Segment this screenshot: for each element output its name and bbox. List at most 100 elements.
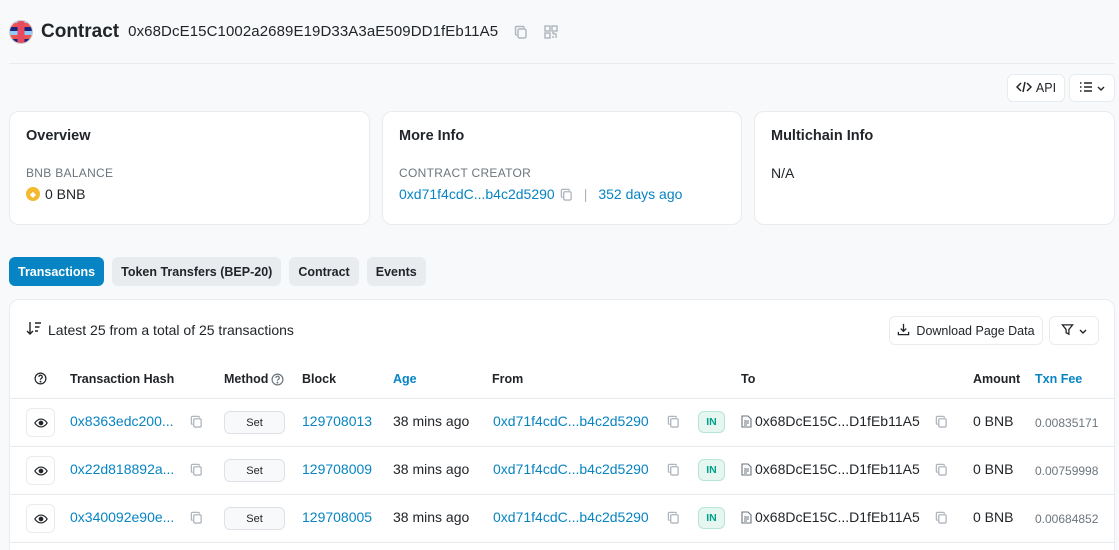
copy-icon[interactable] — [560, 188, 573, 201]
contract-file-icon — [741, 463, 752, 476]
tab-token-transfers[interactable]: Token Transfers (BEP-20) — [112, 257, 282, 286]
more-info-title: More Info — [399, 128, 465, 144]
direction-badge: IN — [698, 459, 725, 481]
more-info-card: More Info CONTRACT CREATOR 0xd71f4cdC...… — [382, 111, 742, 225]
to-address-text: 0x68DcE15C...D1fEb11A5 — [755, 413, 920, 429]
list-icon — [1079, 80, 1093, 96]
tab-transactions[interactable]: Transactions — [9, 257, 105, 286]
filter-button[interactable] — [1049, 316, 1099, 345]
copy-icon[interactable] — [667, 511, 680, 524]
amount-text: 0 BNB — [973, 509, 1014, 525]
contract-creator-label: CONTRACT CREATOR — [399, 166, 532, 180]
more-options-button[interactable] — [1069, 74, 1115, 102]
tab-events[interactable]: Events — [366, 257, 426, 286]
col-amount: Amount — [973, 372, 1021, 386]
eye-icon[interactable] — [26, 456, 55, 485]
transaction-hash-link[interactable]: 0x22d818892a... — [70, 461, 174, 477]
transaction-hash-link[interactable]: 0x340092e90e... — [70, 509, 174, 525]
table-header: Transaction Hash Method Block Age From T… — [10, 361, 1114, 399]
help-icon[interactable] — [34, 372, 47, 385]
chevron-down-icon — [1096, 80, 1106, 96]
from-address-link[interactable]: 0xd71f4cdC...b4c2d5290 — [493, 413, 649, 429]
block-link[interactable]: 129708013 — [302, 413, 372, 429]
col-block: Block — [302, 372, 337, 386]
col-method: Method — [224, 372, 284, 386]
bnb-balance: ◆ 0 BNB — [26, 186, 353, 202]
copy-icon[interactable] — [935, 463, 948, 476]
col-transaction-hash: Transaction Hash — [70, 372, 175, 386]
block-link[interactable]: 129708009 — [302, 461, 372, 477]
overview-title: Overview — [26, 128, 91, 144]
creator-age-link[interactable]: 352 days ago — [598, 186, 682, 202]
eye-icon[interactable] — [26, 408, 55, 437]
copy-icon[interactable] — [935, 511, 948, 524]
contract-file-icon — [741, 511, 752, 524]
method-badge: Set — [224, 411, 285, 434]
multichain-info-card: Multichain Info N/A — [754, 111, 1115, 225]
download-icon — [897, 323, 910, 339]
bnb-balance-value: 0 BNB — [45, 186, 86, 202]
col-txn-fee[interactable]: Txn Fee — [1035, 372, 1082, 386]
code-icon — [1015, 81, 1032, 96]
download-label: Download Page Data — [916, 323, 1035, 338]
api-label: API — [1035, 81, 1057, 95]
qr-code-icon[interactable] — [542, 23, 560, 41]
from-address-link[interactable]: 0xd71f4cdC...b4c2d5290 — [493, 509, 649, 525]
copy-icon[interactable] — [667, 463, 680, 476]
download-page-data-button[interactable]: Download Page Data — [889, 316, 1043, 345]
col-method-label: Method — [224, 372, 269, 386]
col-to: To — [741, 372, 756, 386]
direction-badge: IN — [698, 507, 725, 529]
transactions-panel: Latest 25 from a total of 25 transaction… — [9, 299, 1115, 550]
to-address: 0x68DcE15C...D1fEb11A5 — [741, 509, 920, 525]
method-badge: Set — [224, 459, 285, 482]
overview-card: Overview BNB BALANCE ◆ 0 BNB — [9, 111, 370, 225]
table-row: 0x22d818892a... Set 129708009 38 mins ag… — [10, 447, 1114, 495]
table-row: 0x340092e90e... Set 129708005 38 mins ag… — [10, 495, 1114, 543]
to-address-text: 0x68DcE15C...D1fEb11A5 — [755, 509, 920, 525]
block-link[interactable]: 129708005 — [302, 509, 372, 525]
sort-icon — [26, 321, 42, 338]
amount-text: 0 BNB — [973, 413, 1014, 429]
txn-fee-text: 0.00759998 — [1035, 464, 1099, 478]
to-address-text: 0x68DcE15C...D1fEb11A5 — [755, 461, 920, 477]
txn-fee-text: 0.00684852 — [1035, 512, 1099, 526]
copy-icon[interactable] — [190, 511, 203, 524]
copy-icon[interactable] — [512, 23, 530, 41]
contract-file-icon — [741, 415, 752, 428]
page-title: Contract — [41, 20, 120, 42]
copy-icon[interactable] — [190, 415, 203, 428]
to-address: 0x68DcE15C...D1fEb11A5 — [741, 413, 920, 429]
transaction-hash-link[interactable]: 0x8363edc200... — [70, 413, 174, 429]
chevron-down-icon — [1078, 323, 1088, 339]
creator-address-link[interactable]: 0xd71f4cdC...b4c2d5290 — [399, 186, 555, 202]
transactions-summary: Latest 25 from a total of 25 transaction… — [26, 321, 294, 338]
summary-text: Latest 25 from a total of 25 transaction… — [48, 321, 294, 338]
filter-icon — [1060, 323, 1074, 339]
multichain-info-title: Multichain Info — [771, 128, 874, 144]
table-row: 0x8363edc200... Set 129708013 38 mins ag… — [10, 399, 1114, 447]
bnb-coin-icon: ◆ — [26, 187, 40, 201]
copy-icon[interactable] — [935, 415, 948, 428]
direction-badge: IN — [698, 411, 725, 433]
copy-icon[interactable] — [190, 463, 203, 476]
tab-contract[interactable]: Contract — [289, 257, 359, 286]
col-from: From — [492, 372, 524, 386]
age-text: 38 mins ago — [393, 461, 470, 477]
method-badge: Set — [224, 507, 285, 530]
contract-avatar — [9, 19, 33, 44]
copy-icon[interactable] — [667, 415, 680, 428]
txn-fee-text: 0.00835171 — [1035, 416, 1099, 430]
contract-creator: 0xd71f4cdC...b4c2d5290 | 352 days ago — [399, 186, 725, 202]
eye-icon[interactable] — [26, 504, 55, 533]
api-button[interactable]: API — [1007, 74, 1065, 102]
from-address-link[interactable]: 0xd71f4cdC...b4c2d5290 — [493, 461, 649, 477]
info-icon[interactable] — [271, 373, 284, 386]
page-header: Contract 0x68DcE15C1002a2689E19D33A3aE50… — [9, 0, 1115, 64]
tab-bar: Transactions Token Transfers (BEP-20) Co… — [9, 257, 426, 286]
amount-text: 0 BNB — [973, 461, 1014, 477]
col-age[interactable]: Age — [393, 372, 417, 386]
age-text: 38 mins ago — [393, 413, 470, 429]
separator: | — [583, 186, 588, 202]
age-text: 38 mins ago — [393, 509, 470, 525]
